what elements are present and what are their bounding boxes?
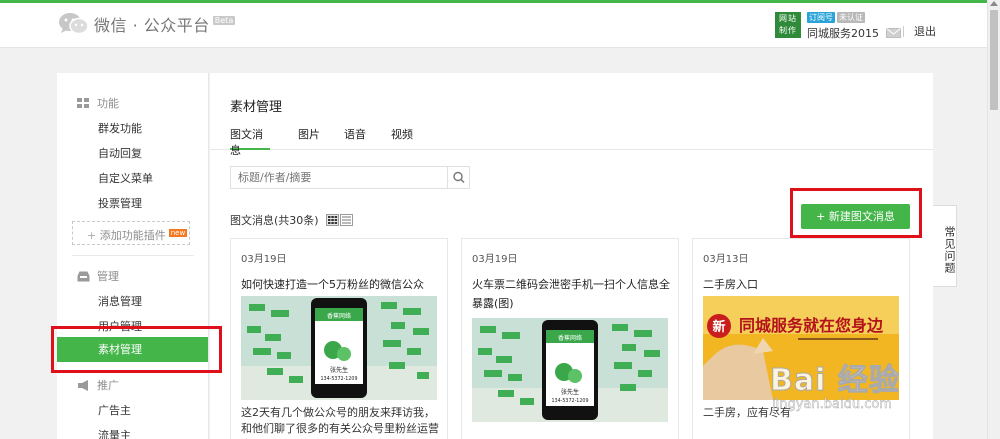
card-date: 03月19日 — [472, 254, 518, 265]
sidebar-section-label: 推广 — [97, 379, 119, 392]
sidebar-item-vote[interactable]: 投票管理 — [98, 195, 142, 211]
subscription-badge: 订阅号 — [807, 12, 835, 23]
plus-icon: + — [87, 229, 100, 242]
sidebar-section-label: 功能 — [97, 97, 119, 110]
svg-text:张先生: 张先生 — [561, 388, 579, 396]
highlight-box-new-button — [790, 188, 922, 238]
sidebar-section-promote: 推广 — [77, 377, 119, 393]
account-name[interactable]: 同城服务2015 — [807, 25, 879, 41]
wechat-logo[interactable]: 微信 · 公众平台 Beta — [58, 11, 236, 37]
card-date: 03月19日 — [241, 254, 287, 265]
inbox-icon — [77, 271, 90, 282]
card-thumbnail: 香蕉网络 张先生 134-5372-1209 — [472, 318, 668, 422]
svg-text:香蕉网络: 香蕉网络 — [327, 312, 351, 320]
grid-icon — [77, 97, 90, 109]
material-count: 图文消息(共30条) — [230, 212, 354, 228]
search-icon — [453, 171, 465, 184]
mail-icon[interactable] — [886, 28, 901, 38]
card-title[interactable]: 二手房入口 — [703, 275, 903, 294]
tab-images[interactable]: 图片 — [298, 126, 320, 150]
highlight-box-materials — [51, 326, 222, 373]
wechat-icon — [58, 11, 90, 37]
search-input[interactable] — [231, 167, 447, 188]
card-title[interactable]: 火车票二维码会泄密手机一扫个人信息全暴露(图) — [472, 275, 672, 313]
megaphone-icon — [77, 379, 90, 391]
svg-text:同城服务就在您身边: 同城服务就在您身边 — [739, 316, 884, 335]
sidebar-item-advertiser[interactable]: 广告主 — [98, 402, 131, 418]
faq-tab[interactable]: 常见问题 — [933, 205, 957, 287]
app-title: 微信 · 公众平台 — [94, 16, 210, 35]
watermark-url: jingyan.baidu.com — [772, 397, 892, 412]
sidebar-item-messages[interactable]: 消息管理 — [98, 293, 142, 309]
page-scrollbar[interactable] — [987, 0, 1000, 439]
tab-news[interactable]: 图文消息 — [230, 126, 270, 157]
baidu-watermark: Bai 经验 jingyan.baidu.com — [770, 355, 900, 413]
svg-text:香蕉网络: 香蕉网络 — [558, 334, 582, 342]
sidebar-section-label: 管理 — [97, 270, 119, 283]
count-label: 图文消息(共30条) — [230, 214, 319, 227]
sidebar-item-custom-menu[interactable]: 自定义菜单 — [98, 170, 153, 186]
add-plugin-button[interactable]: + 添加功能插件 new — [72, 221, 190, 245]
sidebar: 功能 群发功能 自动回复 自定义菜单 投票管理 + 添加功能插件 new 管理 消… — [57, 73, 209, 439]
logout-link[interactable]: 退出 — [903, 26, 936, 37]
tab-video[interactable]: 视频 — [391, 126, 413, 150]
card-date: 03月13日 — [703, 254, 749, 265]
tab-bar: 图文消息 图片 语音 视频 — [210, 125, 933, 157]
news-card[interactable]: 03月19日 如何快速打造一个5万粉丝的微信公众号？ 香蕉网络 — [230, 238, 448, 439]
unverified-badge: 未认证 — [837, 12, 865, 23]
svg-text:新: 新 — [712, 319, 725, 335]
svg-text:134-5372-1209: 134-5372-1209 — [551, 398, 588, 404]
header: 微信 · 公众平台 Beta 网站制作 订阅号 未认证 同城服务2015 退出 — [0, 3, 1000, 48]
search-button[interactable] — [447, 167, 469, 188]
search-box — [230, 166, 470, 189]
list-view-icon[interactable] — [339, 214, 353, 226]
news-card[interactable]: 03月19日 火车票二维码会泄密手机一扫个人信息全暴露(图) 香蕉网络 张先生 — [461, 238, 679, 439]
add-plugin-label: 添加功能插件 — [99, 229, 166, 242]
divider — [72, 255, 194, 256]
sidebar-item-auto-reply[interactable]: 自动回复 — [98, 145, 142, 161]
svg-text:张先生: 张先生 — [330, 366, 348, 374]
sidebar-item-mass-send[interactable]: 群发功能 — [98, 120, 142, 136]
tab-voice[interactable]: 语音 — [344, 126, 366, 150]
svg-text:134-5372-1209: 134-5372-1209 — [320, 376, 357, 382]
card-description: 这2天有几个做公众号的朋友来拜访我，和他们聊了很多的有关公众号里粉丝运营方面 — [241, 406, 439, 439]
beta-badge: Beta — [212, 15, 236, 25]
scrollbar-thumb[interactable] — [990, 10, 998, 110]
sidebar-section-manage: 管理 — [77, 268, 119, 284]
watermark-logo: Bai 经验 — [770, 363, 900, 399]
card-thumbnail: 香蕉网络 张先生 134-5372-1209 — [241, 296, 437, 400]
grid-view-icon[interactable] — [325, 214, 339, 226]
new-badge: new — [168, 229, 188, 237]
page-title: 素材管理 — [230, 100, 283, 115]
avatar[interactable]: 网站制作 — [775, 12, 801, 38]
scroll-up-arrow-icon[interactable] — [990, 1, 998, 6]
sidebar-item-publisher[interactable]: 流量主 — [98, 427, 131, 439]
sidebar-section-function: 功能 — [77, 95, 119, 111]
account-info: 网站制作 订阅号 未认证 同城服务2015 — [775, 12, 901, 41]
